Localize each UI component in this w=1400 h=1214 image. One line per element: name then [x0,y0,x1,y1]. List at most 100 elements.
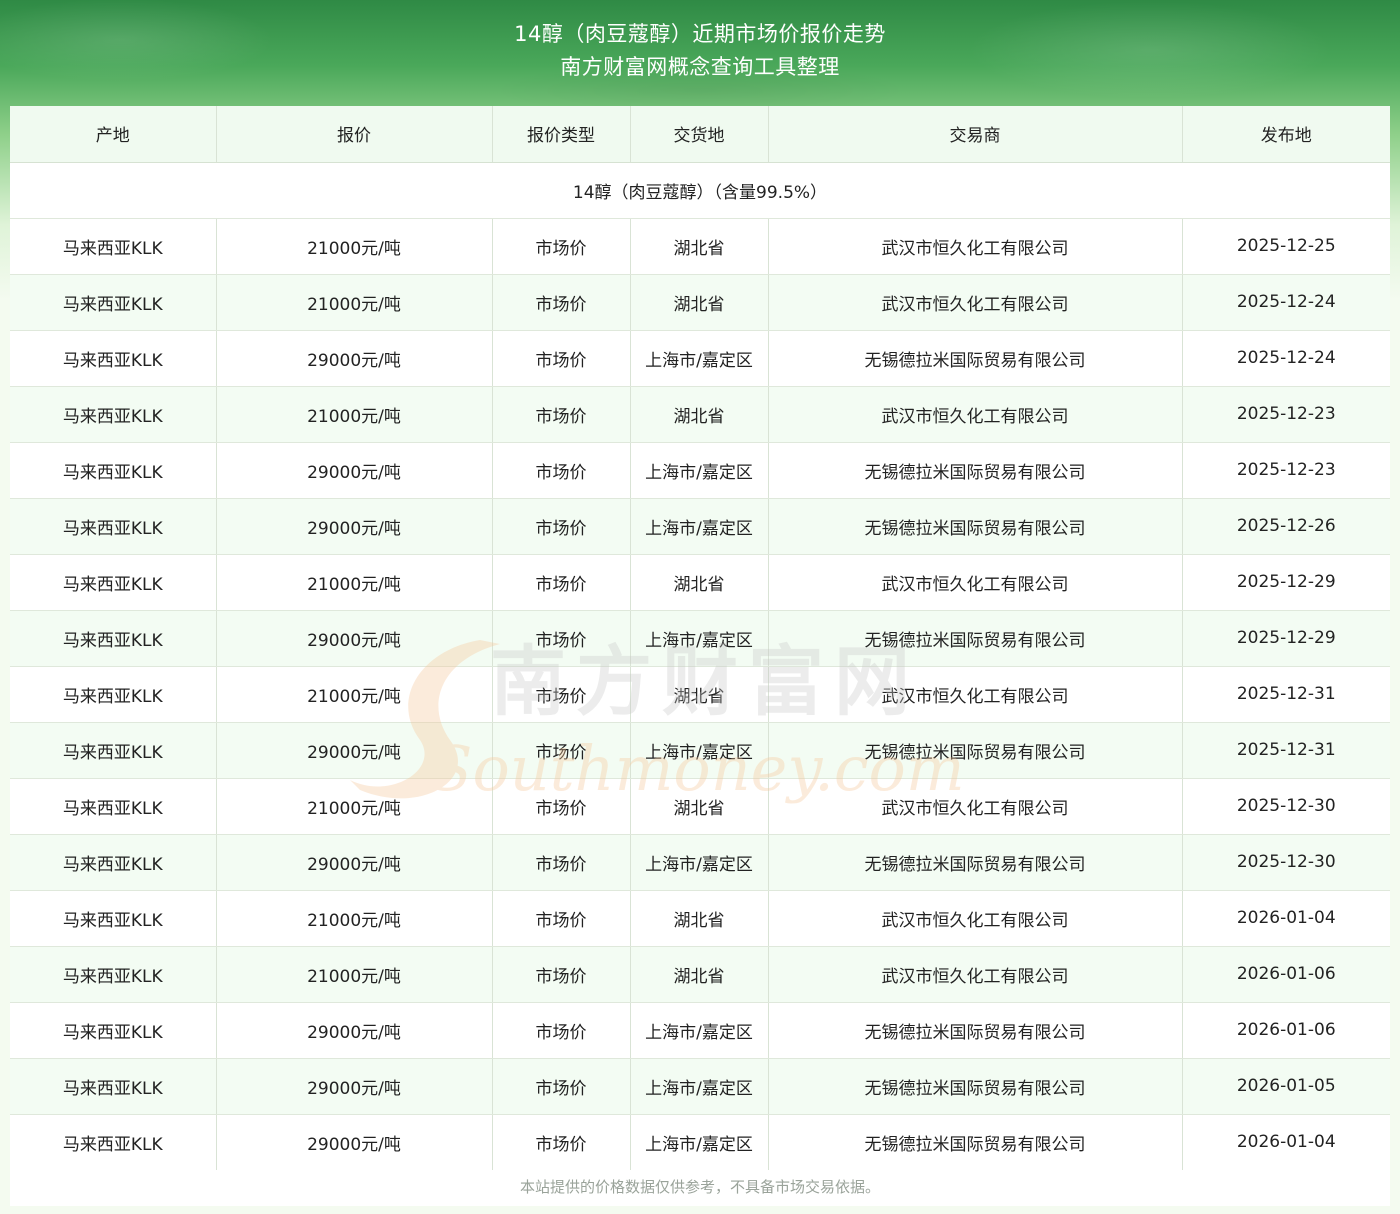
column-header-trader: 交易商 [768,106,1183,163]
cell-price: 29000元/吨 [216,498,493,555]
cell-date: 2025-12-29 [1182,554,1390,611]
cell-delivery: 上海市/嘉定区 [630,1002,769,1059]
cell-date: 2025-12-31 [1182,722,1390,779]
cell-trader: 无锡德拉米国际贸易有限公司 [768,1114,1183,1171]
cell-delivery: 上海市/嘉定区 [630,610,769,667]
cell-trader: 武汉市恒久化工有限公司 [768,778,1183,835]
column-header-price-type: 报价类型 [492,106,631,163]
table-row: 马来西亚KLK 21000元/吨 市场价 湖北省 武汉市恒久化工有限公司 2025-12-… [10,274,1390,331]
cell-date: 2025-12-31 [1182,666,1390,723]
cell-price-type: 市场价 [492,722,631,779]
cell-delivery: 湖北省 [630,554,769,611]
cell-price: 29000元/吨 [216,610,493,667]
cell-date: 2025-12-30 [1182,778,1390,835]
table-row: 马来西亚KLK 21000元/吨 市场价 湖北省 武汉市恒久化工有限公司 2025-12-… [10,386,1390,443]
cell-date: 2025-12-26 [1182,498,1390,555]
cell-price: 21000元/吨 [216,946,493,1003]
cell-price-type: 市场价 [492,1114,631,1171]
table-row: 马来西亚KLK 29000元/吨 市场价 上海市/嘉定区 无锡德拉米国际贸易有限公司 20… [10,1058,1390,1115]
cell-price-type: 市场价 [492,890,631,947]
cell-trader: 无锡德拉米国际贸易有限公司 [768,610,1183,667]
cell-price: 29000元/吨 [216,834,493,891]
cell-delivery: 湖北省 [630,274,769,331]
cell-price: 29000元/吨 [216,1002,493,1059]
title-block: 14醇（肉豆蔻醇）近期市场价报价走势 南方财富网概念查询工具整理 [0,18,1400,84]
cell-date: 2025-12-23 [1182,386,1390,443]
cell-origin: 马来西亚KLK [10,1114,217,1171]
cell-origin: 马来西亚KLK [10,834,217,891]
table-row: 马来西亚KLK 29000元/吨 市场价 上海市/嘉定区 无锡德拉米国际贸易有限公司 20… [10,330,1390,387]
cell-trader: 无锡德拉米国际贸易有限公司 [768,1002,1183,1059]
cell-date: 2026-01-06 [1182,1002,1390,1059]
table-row: 马来西亚KLK 29000元/吨 市场价 上海市/嘉定区 无锡德拉米国际贸易有限公司 20… [10,722,1390,779]
cell-origin: 马来西亚KLK [10,890,217,947]
cell-price-type: 市场价 [492,498,631,555]
cell-trader: 无锡德拉米国际贸易有限公司 [768,498,1183,555]
cell-trader: 武汉市恒久化工有限公司 [768,890,1183,947]
price-table: 产地 报价 报价类型 交货地 交易商 发布地 14醇（肉豆蔻醇）（含量99.5%… [10,106,1390,1171]
cell-price: 21000元/吨 [216,778,493,835]
cell-price-type: 市场价 [492,1058,631,1115]
cell-trader: 无锡德拉米国际贸易有限公司 [768,834,1183,891]
cell-trader: 武汉市恒久化工有限公司 [768,946,1183,1003]
cell-price-type: 市场价 [492,386,631,443]
cell-date: 2026-01-05 [1182,1058,1390,1115]
cell-delivery: 上海市/嘉定区 [630,1058,769,1115]
cell-origin: 马来西亚KLK [10,1058,217,1115]
cell-price-type: 市场价 [492,330,631,387]
cell-trader: 无锡德拉米国际贸易有限公司 [768,330,1183,387]
cell-origin: 马来西亚KLK [10,498,217,555]
cell-date: 2025-12-29 [1182,610,1390,667]
cell-delivery: 上海市/嘉定区 [630,1114,769,1171]
cell-trader: 武汉市恒久化工有限公司 [768,218,1183,275]
table-row: 马来西亚KLK 21000元/吨 市场价 湖北省 武汉市恒久化工有限公司 2026-01-… [10,890,1390,947]
cell-trader: 武汉市恒久化工有限公司 [768,666,1183,723]
cell-price: 21000元/吨 [216,218,493,275]
product-group-label: 14醇（肉豆蔻醇）（含量99.5%） [10,162,1390,219]
cell-origin: 马来西亚KLK [10,218,217,275]
cell-delivery: 上海市/嘉定区 [630,722,769,779]
cell-price-type: 市场价 [492,554,631,611]
cell-date: 2025-12-23 [1182,442,1390,499]
table-row: 马来西亚KLK 29000元/吨 市场价 上海市/嘉定区 无锡德拉米国际贸易有限公司 20… [10,610,1390,667]
cell-price: 29000元/吨 [216,722,493,779]
table-row: 马来西亚KLK 21000元/吨 市场价 湖北省 武汉市恒久化工有限公司 2025-12-… [10,778,1390,835]
cell-origin: 马来西亚KLK [10,1002,217,1059]
cell-delivery: 上海市/嘉定区 [630,330,769,387]
cell-price: 29000元/吨 [216,1114,493,1171]
table-row: 马来西亚KLK 21000元/吨 市场价 湖北省 武汉市恒久化工有限公司 2025-12-… [10,666,1390,723]
cell-price: 29000元/吨 [216,1058,493,1115]
cell-price-type: 市场价 [492,834,631,891]
cell-price: 21000元/吨 [216,666,493,723]
disclaimer: 本站提供的价格数据仅供参考，不具备市场交易依据。 [10,1170,1390,1204]
table-row: 马来西亚KLK 21000元/吨 市场价 湖北省 武汉市恒久化工有限公司 2025-12-… [10,554,1390,611]
cell-delivery: 上海市/嘉定区 [630,498,769,555]
cell-trader: 无锡德拉米国际贸易有限公司 [768,722,1183,779]
cell-price-type: 市场价 [492,442,631,499]
table-row: 马来西亚KLK 21000元/吨 市场价 湖北省 武汉市恒久化工有限公司 2026-01-… [10,946,1390,1003]
cell-date: 2025-12-24 [1182,274,1390,331]
cell-trader: 武汉市恒久化工有限公司 [768,386,1183,443]
product-group-row: 14醇（肉豆蔻醇）（含量99.5%） [10,162,1390,219]
cell-origin: 马来西亚KLK [10,386,217,443]
cell-price: 21000元/吨 [216,890,493,947]
table-row: 马来西亚KLK 29000元/吨 市场价 上海市/嘉定区 无锡德拉米国际贸易有限公司 20… [10,442,1390,499]
column-header-date: 发布地 [1182,106,1390,163]
cell-date: 2025-12-24 [1182,330,1390,387]
cell-origin: 马来西亚KLK [10,778,217,835]
table-row: 马来西亚KLK 21000元/吨 市场价 湖北省 武汉市恒久化工有限公司 2025-12-… [10,218,1390,275]
column-header-price: 报价 [216,106,493,163]
column-header-delivery: 交货地 [630,106,769,163]
cell-delivery: 湖北省 [630,666,769,723]
cell-date: 2026-01-04 [1182,890,1390,947]
cell-price-type: 市场价 [492,666,631,723]
cell-delivery: 湖北省 [630,946,769,1003]
cell-price-type: 市场价 [492,218,631,275]
cell-date: 2025-12-25 [1182,218,1390,275]
table-header-row: 产地 报价 报价类型 交货地 交易商 发布地 [10,106,1390,163]
cell-date: 2026-01-06 [1182,946,1390,1003]
cell-delivery: 湖北省 [630,890,769,947]
table-row: 马来西亚KLK 29000元/吨 市场价 上海市/嘉定区 无锡德拉米国际贸易有限公司 20… [10,834,1390,891]
cell-origin: 马来西亚KLK [10,666,217,723]
cell-origin: 马来西亚KLK [10,946,217,1003]
